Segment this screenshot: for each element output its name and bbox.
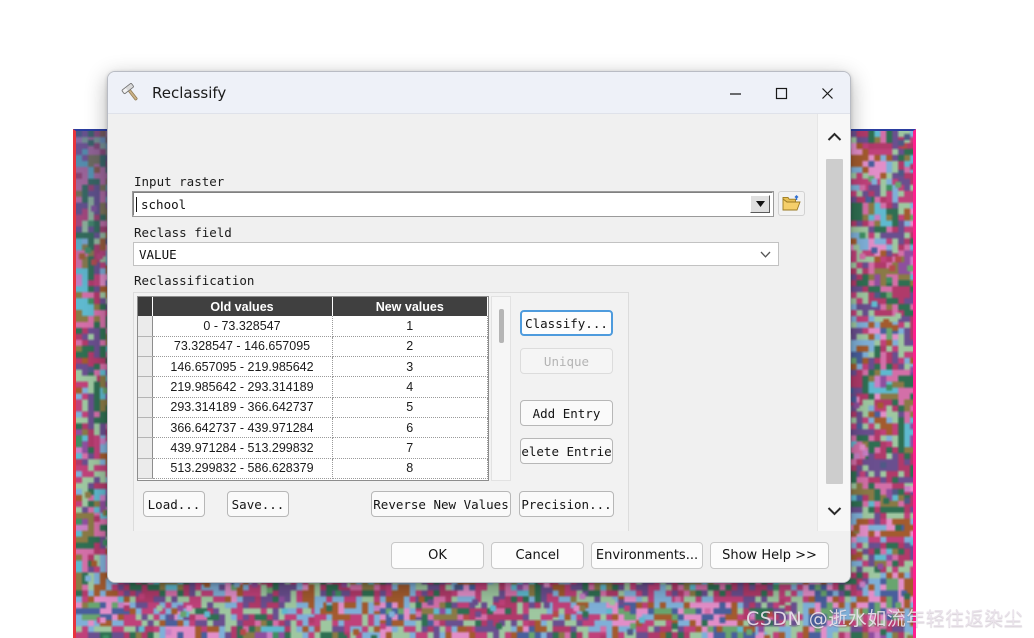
input-raster-browse-button[interactable]: [778, 191, 805, 216]
table-header-row: Old values New values: [138, 297, 488, 316]
row-selector-cell[interactable]: [138, 336, 153, 358]
cell-new-value[interactable]: 8: [332, 458, 488, 479]
table-body: 0 - 73.328547 1 73.328547 - 146.657095 2 146…: [138, 316, 488, 479]
close-icon: [821, 87, 833, 99]
table-row[interactable]: 366.642737 - 439.971284 6: [138, 417, 488, 439]
dialog-title: Reclassify: [152, 83, 227, 102]
scrollbar-down-button[interactable]: [818, 494, 850, 527]
save-button[interactable]: Save...: [227, 491, 289, 517]
table-row[interactable]: 219.985642 - 293.314189 4: [138, 376, 488, 398]
cell-new-value[interactable]: 4: [332, 376, 488, 398]
dialog-body: Input raster school Reclass field VALUE …: [108, 114, 850, 582]
cell-old-value[interactable]: 513.299832 - 586.628379: [152, 458, 333, 479]
show-help-button[interactable]: Show Help >>: [710, 542, 829, 569]
cell-old-value[interactable]: 146.657095 - 219.985642: [152, 356, 333, 378]
table-row[interactable]: 73.328547 - 146.657095 2: [138, 336, 488, 358]
cell-new-value[interactable]: 6: [332, 417, 488, 439]
cell-old-value[interactable]: 73.328547 - 146.657095: [152, 336, 333, 358]
reclassify-dialog: Reclassify Input raster school Reclass f…: [107, 71, 851, 583]
precision-button[interactable]: Precision...: [519, 491, 614, 517]
environments-button[interactable]: Environments...: [591, 542, 703, 569]
cell-old-value[interactable]: 219.985642 - 293.314189: [152, 376, 333, 398]
table-row[interactable]: 439.971284 - 513.299832 7: [138, 437, 488, 459]
delete-entries-button[interactable]: Delete Entries: [520, 438, 613, 464]
grid-scrollbar[interactable]: [491, 296, 511, 481]
reclass-field-value: VALUE: [139, 246, 177, 262]
grid-scrollbar-thumb[interactable]: [499, 309, 504, 343]
cell-new-value[interactable]: 7: [332, 437, 488, 459]
reclass-field-dropdown-button[interactable]: [752, 251, 778, 258]
chevron-down-icon: [827, 506, 842, 515]
table-row[interactable]: 513.299832 - 586.628379 8: [138, 458, 488, 479]
row-selector-cell[interactable]: [138, 376, 153, 398]
watermark-text: CSDN @逝水如流年轻往返染尘: [746, 608, 1024, 630]
reverse-new-values-button[interactable]: Reverse New Values: [371, 491, 511, 517]
input-raster-value[interactable]: school: [136, 196, 750, 212]
chevron-down-icon: [760, 251, 770, 258]
cell-old-value[interactable]: 366.642737 - 439.971284: [152, 417, 333, 439]
minimize-button[interactable]: [712, 72, 758, 114]
input-raster-label: Input raster: [134, 174, 225, 189]
maximize-icon: [775, 87, 787, 99]
scrollbar-up-button[interactable]: [818, 120, 850, 153]
maximize-button[interactable]: [758, 72, 804, 114]
cell-old-value[interactable]: 439.971284 - 513.299832: [152, 437, 333, 459]
reclass-field-combo[interactable]: VALUE: [133, 242, 779, 266]
dialog-content: Input raster school Reclass field VALUE …: [108, 114, 819, 531]
row-selector-header: [138, 297, 153, 316]
load-button[interactable]: Load...: [143, 491, 205, 517]
cell-new-value[interactable]: 1: [332, 316, 488, 337]
unique-button: Unique: [520, 348, 613, 374]
ok-button[interactable]: OK: [391, 542, 484, 569]
dialog-scrollbar[interactable]: [817, 114, 850, 531]
column-header-old-values[interactable]: Old values: [152, 297, 333, 316]
classify-button[interactable]: Classify...: [520, 310, 613, 336]
row-selector-cell[interactable]: [138, 458, 153, 479]
input-raster-combo[interactable]: school: [132, 191, 774, 217]
cell-old-value[interactable]: 293.314189 - 366.642737: [152, 397, 333, 418]
add-entry-button[interactable]: Add Entry: [520, 400, 613, 426]
input-raster-dropdown-button[interactable]: [750, 195, 770, 213]
row-selector-cell[interactable]: [138, 417, 153, 439]
cell-new-value[interactable]: 5: [332, 397, 488, 418]
window-controls: [712, 72, 850, 114]
dialog-titlebar[interactable]: Reclassify: [108, 72, 850, 114]
cell-old-value[interactable]: 0 - 73.328547: [152, 316, 333, 337]
table-row[interactable]: 293.314189 - 366.642737 5: [138, 397, 488, 418]
row-selector-cell[interactable]: [138, 316, 153, 337]
table-row[interactable]: 146.657095 - 219.985642 3: [138, 356, 488, 378]
cell-new-value[interactable]: 3: [332, 356, 488, 378]
cell-new-value[interactable]: 2: [332, 336, 488, 358]
close-button[interactable]: [804, 72, 850, 114]
row-selector-cell[interactable]: [138, 356, 153, 378]
dialog-button-bar: OK Cancel Environments... Show Help >>: [108, 531, 850, 582]
row-selector-cell[interactable]: [138, 437, 153, 459]
chevron-up-icon: [827, 132, 842, 141]
minimize-icon: [729, 92, 741, 95]
chevron-down-icon: [755, 201, 765, 207]
reclass-field-label: Reclass field: [134, 225, 232, 240]
reclassification-panel: Old values New values 0 - 73.328547 1 73.3…: [133, 292, 629, 531]
reclassification-label: Reclassification: [134, 273, 255, 288]
table-row[interactable]: 0 - 73.328547 1: [138, 316, 488, 337]
dialog-scrollbar-thumb[interactable]: [826, 159, 843, 484]
row-selector-cell[interactable]: [138, 397, 153, 418]
column-header-new-values[interactable]: New values: [332, 297, 488, 316]
open-folder-icon: [782, 195, 801, 211]
reclassification-grid[interactable]: Old values New values 0 - 73.328547 1 73.3…: [137, 296, 489, 481]
hammer-icon: [121, 82, 138, 100]
cancel-button[interactable]: Cancel: [491, 542, 584, 569]
reclass-table: Old values New values 0 - 73.328547 1 73.3…: [138, 297, 488, 479]
